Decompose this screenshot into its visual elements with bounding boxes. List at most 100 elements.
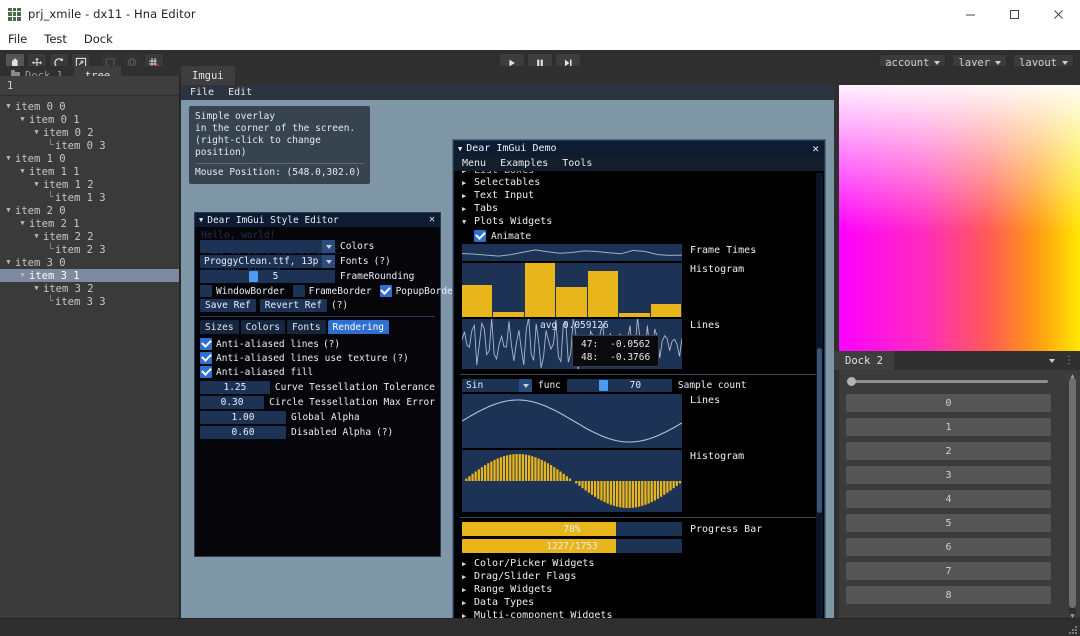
revert-ref-button[interactable]: Revert Ref — [259, 299, 327, 312]
demo-menu-tools[interactable]: Tools — [562, 158, 592, 169]
tree-node[interactable]: ▼ item 0 0 — [0, 100, 179, 113]
demo-item-text-input[interactable]: ▶ Text Input — [458, 189, 820, 202]
colors-combo[interactable] — [200, 240, 335, 253]
demo-bottom-item[interactable]: ▶ Data Types — [458, 596, 820, 609]
tree-leaf-icon[interactable]: └ — [46, 296, 55, 307]
chevron-down-icon[interactable]: ▼ — [18, 168, 27, 175]
dock2-slider-knob[interactable] — [847, 377, 856, 386]
tree-node[interactable]: ▼ item 3 0 — [0, 256, 179, 269]
anti-aliased-lines-texture-help[interactable]: (?) — [392, 353, 409, 364]
tab-sizes[interactable]: Sizes — [200, 320, 239, 334]
close-icon[interactable]: ✕ — [429, 214, 435, 225]
style-editor-title-bar[interactable]: ▼ Dear ImGui Style Editor ✕ — [195, 213, 440, 227]
dock2-slider[interactable] — [846, 377, 1051, 386]
slider-grab[interactable] — [249, 271, 258, 282]
lines-plot[interactable]: avg 0.059126 47: -0.0562 48: -0.3766 — [462, 319, 682, 369]
dock2-button[interactable]: 2 — [846, 442, 1051, 460]
dock-tab-imgui[interactable]: Imgui — [181, 66, 235, 85]
demo-title-bar[interactable]: ▼ Dear ImGui Demo ✕ — [454, 141, 824, 156]
dock2-button[interactable]: 4 — [846, 490, 1051, 508]
tree-node[interactable]: ▼ item 0 2 — [0, 126, 179, 139]
collapse-arrow-icon[interactable]: ▼ — [199, 216, 203, 224]
menu-file[interactable]: File — [8, 32, 27, 46]
disabled-alpha-value[interactable]: 0.60 — [200, 426, 286, 439]
tree-node[interactable]: ▼ item 3 2 — [0, 282, 179, 295]
chevron-down-icon[interactable]: ▼ — [4, 155, 13, 162]
maximize-icon[interactable] — [992, 0, 1036, 28]
imgui-menu-edit[interactable]: Edit — [228, 87, 252, 98]
close-icon[interactable]: ✕ — [812, 142, 819, 155]
tree-node[interactable]: └ item 2 3 — [0, 243, 179, 256]
frame-times-plot[interactable] — [462, 244, 682, 261]
frame-rounding-slider[interactable]: 5 — [200, 270, 335, 283]
demo-scrollbar[interactable] — [816, 173, 823, 636]
chevron-down-icon[interactable]: ▼ — [18, 272, 27, 279]
anti-aliased-fill-checkbox[interactable] — [200, 366, 212, 378]
ref-help[interactable]: (?) — [331, 300, 348, 311]
anti-aliased-lines-help[interactable]: (?) — [323, 339, 340, 350]
global-alpha-value[interactable]: 1.00 — [200, 411, 286, 424]
close-icon[interactable] — [1036, 0, 1080, 28]
tab-fonts[interactable]: Fonts — [286, 320, 326, 334]
dock2-scrollbar-thumb[interactable] — [1069, 378, 1076, 608]
tree-node[interactable]: ▼ item 3 1 — [0, 269, 179, 282]
chevron-down-icon[interactable]: ▼ — [32, 233, 41, 240]
fonts-help[interactable]: (?) — [374, 256, 391, 267]
demo-scrollbar-thumb[interactable] — [817, 348, 822, 513]
tree-node[interactable]: ▼ item 1 1 — [0, 165, 179, 178]
chevron-down-icon[interactable]: ▼ — [4, 259, 13, 266]
dock2-button[interactable]: 1 — [846, 418, 1051, 436]
resize-grip[interactable] — [1067, 624, 1077, 634]
menu-dock[interactable]: Dock — [84, 32, 113, 46]
save-ref-button[interactable]: Save Ref — [200, 299, 256, 312]
tree-leaf-icon[interactable]: └ — [46, 140, 55, 151]
circle-tessellation-value[interactable]: 0.30 — [200, 396, 265, 409]
chevron-down-icon[interactable] — [1049, 358, 1055, 363]
imgui-menu-file[interactable]: File — [190, 87, 214, 98]
chevron-down-icon[interactable]: ▼ — [32, 181, 41, 188]
fonts-combo[interactable]: ProggyClean.ttf, 13p — [200, 255, 335, 268]
disabled-alpha-help[interactable]: (?) — [376, 427, 393, 438]
frame-border-checkbox[interactable] — [292, 285, 305, 297]
tree-node[interactable]: ▼ item 2 2 — [0, 230, 179, 243]
func-combo[interactable]: Sin — [462, 379, 532, 392]
demo-bottom-item[interactable]: ▶ Drag/Slider Flags — [458, 570, 820, 583]
tree-node[interactable]: └ item 0 3 — [0, 139, 179, 152]
dock2-button[interactable]: 8 — [846, 586, 1051, 604]
anti-aliased-lines-checkbox[interactable] — [200, 338, 212, 350]
chevron-down-icon[interactable]: ▼ — [18, 116, 27, 123]
dock2-button[interactable]: 6 — [846, 538, 1051, 556]
dock-tab-dock2[interactable]: Dock 2 — [834, 351, 894, 370]
tree-node[interactable]: ▼ item 1 2 — [0, 178, 179, 191]
histogram-plot[interactable] — [462, 263, 682, 317]
dock2-button[interactable]: 5 — [846, 514, 1051, 532]
tree-node[interactable]: ▼ item 2 0 — [0, 204, 179, 217]
chevron-down-icon[interactable]: ▼ — [4, 103, 13, 110]
demo-item-list-boxes[interactable]: ▶ List Boxes — [458, 171, 820, 176]
minimize-icon[interactable] — [948, 0, 992, 28]
dock2-button[interactable]: 3 — [846, 466, 1051, 484]
tree-node[interactable]: └ item 3 3 — [0, 295, 179, 308]
tab-rendering[interactable]: Rendering — [327, 320, 390, 334]
demo-menu-menu[interactable]: Menu — [462, 158, 486, 169]
slider-grab[interactable] — [598, 380, 608, 391]
chevron-down-icon[interactable]: ▼ — [18, 220, 27, 227]
tree-node[interactable]: ▼ item 2 1 — [0, 217, 179, 230]
tree-leaf-icon[interactable]: └ — [46, 192, 55, 203]
tree-leaf-icon[interactable]: └ — [46, 244, 55, 255]
tree-node[interactable]: └ item 1 3 — [0, 191, 179, 204]
sample-count-slider[interactable]: 70 — [566, 379, 672, 392]
dots-vertical-icon[interactable]: ⋮ — [1064, 355, 1074, 365]
tree-node[interactable]: ▼ item 0 1 — [0, 113, 179, 126]
chevron-down-icon[interactable]: ▼ — [4, 207, 13, 214]
collapse-arrow-icon[interactable]: ▼ — [458, 145, 462, 153]
tree-view[interactable]: ▼ item 0 0 ▼ item 0 1 ▼ item 0 2 └ item 0 3 ▼ ite… — [0, 96, 179, 308]
popup-border-checkbox[interactable] — [379, 285, 392, 297]
demo-item-tabs[interactable]: ▶ Tabs — [458, 202, 820, 215]
chevron-down-icon[interactable]: ▼ — [32, 285, 41, 292]
demo-bottom-item[interactable]: ▶ Range Widgets — [458, 583, 820, 596]
dock2-button[interactable]: 7 — [846, 562, 1051, 580]
dock2-scrollbar[interactable]: ▲ ▼ — [1069, 372, 1076, 620]
tab-colors[interactable]: Colors — [240, 320, 285, 334]
sine-lines-plot[interactable] — [462, 394, 682, 448]
